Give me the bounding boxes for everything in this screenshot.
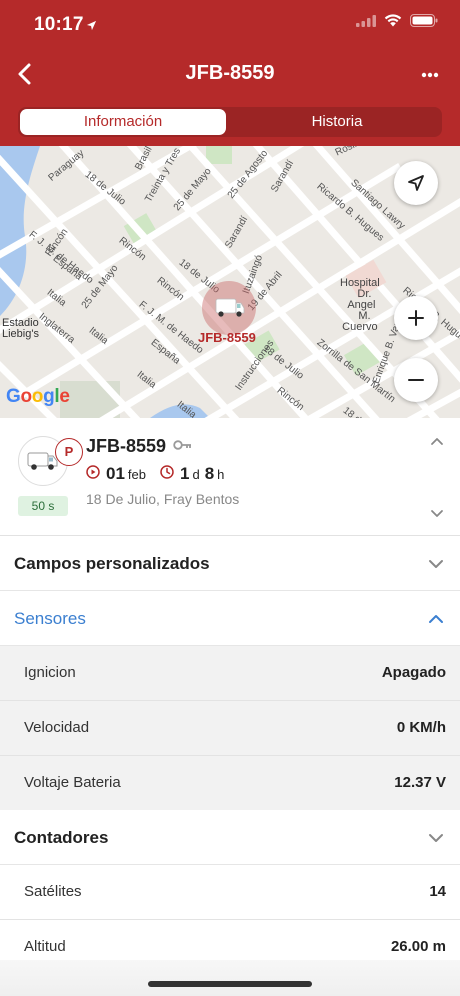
status-bar: 10:17 — [0, 0, 460, 50]
sensor-row: Velocidad 0 KM/h — [0, 701, 460, 756]
ignition-key-icon — [173, 438, 193, 457]
start-month: feb — [127, 466, 146, 482]
last-update-age-badge: 50 s — [18, 496, 68, 516]
section-custom-fields[interactable]: Campos personalizados — [0, 536, 460, 591]
duration-days: 1 — [180, 464, 190, 483]
section-title: Sensores — [14, 609, 86, 628]
play-circle-icon — [86, 464, 100, 484]
sensor-label: Voltaje Bateria — [24, 774, 121, 791]
vehicle-meta: 01 feb 1 d 8 h — [86, 464, 224, 484]
sensor-value: 12.37 V — [394, 774, 446, 791]
bottom-safe-area — [0, 960, 460, 996]
section-counters[interactable]: Contadores — [0, 810, 460, 865]
vehicle-marker[interactable] — [202, 281, 256, 335]
more-options-button[interactable] — [416, 60, 444, 88]
counter-row: Satélites 14 — [0, 865, 460, 920]
chevron-up-icon — [431, 438, 443, 445]
app-header: 10:17 JFB-8559 Información Historia — [0, 0, 460, 146]
sensor-value: Apagado — [381, 664, 446, 681]
zoom-out-button[interactable] — [394, 358, 438, 402]
marker-label: JFB-8559 — [198, 330, 256, 345]
vehicle-card[interactable]: P 50 s JFB-8559 01 feb 1 d 8 h 18 De Jul… — [0, 418, 460, 536]
zoom-in-button[interactable] — [394, 296, 438, 340]
counter-label: Satélites — [24, 883, 82, 900]
map-view[interactable]: Paraguay 18 de Julio Brasil Treinta y Tr… — [0, 146, 460, 418]
counter-value: 14 — [429, 883, 446, 900]
more-dots-icon — [421, 72, 439, 78]
duration-days-unit: d — [192, 466, 200, 482]
sensor-row: Ignicion Apagado — [0, 646, 460, 701]
section-title: Contadores — [14, 828, 109, 847]
sensor-label: Velocidad — [24, 719, 90, 736]
chevron-down-icon — [428, 831, 444, 849]
minus-icon — [408, 379, 424, 381]
plus-icon — [408, 310, 424, 326]
parked-status-badge: P — [55, 438, 83, 466]
collapse-card-button[interactable] — [430, 433, 444, 451]
google-logo: Google — [6, 386, 70, 407]
expand-card-button[interactable] — [430, 506, 444, 524]
status-time: 10:17 — [34, 14, 84, 35]
tab-historia[interactable]: Historia — [234, 109, 440, 135]
chevron-down-icon — [431, 510, 443, 517]
vehicle-address: 18 De Julio, Fray Bentos — [86, 491, 240, 507]
home-indicator[interactable] — [148, 981, 312, 987]
page-title: JFB-8559 — [185, 62, 275, 84]
navigation-arrow-icon — [408, 175, 424, 191]
vehicle-plate: JFB-8559 — [86, 436, 167, 456]
cellular-signal-icon — [356, 14, 376, 32]
chevron-down-icon — [428, 557, 444, 575]
chevron-up-icon — [428, 612, 444, 630]
counter-value: 26.00 m — [390, 938, 446, 955]
sensor-label: Ignicion — [24, 664, 76, 681]
sensor-value: 0 KM/h — [396, 719, 446, 736]
duration-hours-unit: h — [217, 466, 225, 482]
counter-label: Altitud — [24, 938, 66, 955]
segmented-control: Información Historia — [18, 107, 442, 137]
duration-hours: 8 — [204, 464, 215, 483]
section-title: Campos personalizados — [14, 554, 210, 573]
wifi-icon — [384, 14, 402, 32]
locate-button[interactable] — [394, 161, 438, 205]
start-day: 01 — [106, 464, 125, 483]
nav-bar: JFB-8559 — [0, 56, 460, 92]
section-sensors[interactable]: Sensores — [0, 591, 460, 646]
status-icons — [356, 14, 438, 32]
battery-icon — [410, 14, 438, 32]
clock-icon — [160, 464, 174, 484]
tab-informacion[interactable]: Información — [20, 109, 226, 135]
van-icon — [215, 298, 245, 317]
sensor-row: Voltaje Bateria 12.37 V — [0, 756, 460, 811]
location-services-icon — [86, 18, 97, 36]
